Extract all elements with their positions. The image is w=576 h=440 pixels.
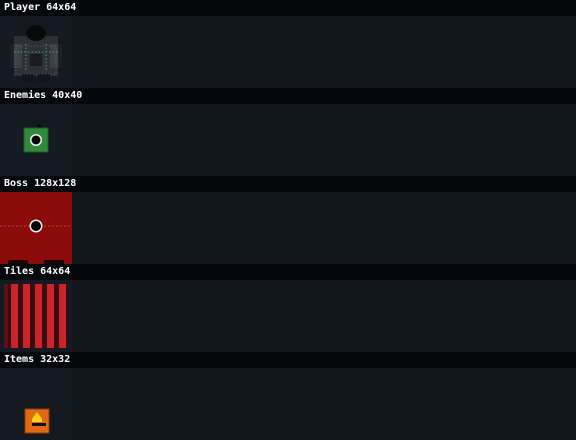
tile-stripe <box>47 284 54 348</box>
section-player: Player 64x64 <box>0 0 576 88</box>
section-title: Items 32x32 <box>4 354 71 365</box>
sprite-cell-tile <box>0 280 72 352</box>
tile-sprite <box>4 284 68 348</box>
section-body <box>0 104 576 176</box>
section-header: Items 32x32 <box>0 352 576 368</box>
tile-stripe <box>59 284 66 348</box>
player-right-panel <box>50 44 58 68</box>
sprite-cell-item <box>0 368 72 440</box>
section-header: Boss 128x128 <box>0 176 576 192</box>
section-title: Boss 128x128 <box>4 178 77 189</box>
section-title: Player 64x64 <box>4 2 77 13</box>
player-sprite <box>10 25 62 82</box>
player-left-panel <box>14 44 22 68</box>
section-title: Tiles 64x64 <box>4 266 71 277</box>
item-sprite <box>24 408 50 434</box>
boss-eye <box>31 221 41 231</box>
sprite-cell-enemy <box>0 104 72 176</box>
tile-stripe <box>23 284 30 348</box>
section-body <box>0 280 576 352</box>
enemy-antenna <box>37 124 41 128</box>
enemy-sprite <box>23 124 49 153</box>
player-left-foot <box>22 74 34 82</box>
section-header: Enemies 40x40 <box>0 88 576 104</box>
player-core <box>30 54 42 66</box>
section-title: Enemies 40x40 <box>4 90 83 101</box>
tile-edge <box>4 284 8 348</box>
enemy-eye <box>31 135 41 145</box>
section-header: Tiles 64x64 <box>0 264 576 280</box>
section-enemies: Enemies 40x40 <box>0 88 576 176</box>
item-shadow <box>32 423 46 426</box>
section-header: Player 64x64 <box>0 0 576 16</box>
item-arrow-base <box>32 419 42 422</box>
section-body <box>0 192 576 264</box>
sprite-cell-player <box>0 16 72 88</box>
tile-stripe <box>11 284 18 348</box>
sprite-cell-boss <box>0 192 72 264</box>
section-items: Items 32x32 <box>0 352 576 440</box>
sprite-sheet: Player 64x64 Enemies 40x40 Boss 128x128 … <box>0 0 576 440</box>
tile-stripe <box>35 284 42 348</box>
boss-sprite <box>0 192 72 264</box>
player-right-foot <box>38 74 50 82</box>
section-boss: Boss 128x128 <box>0 176 576 264</box>
section-tiles: Tiles 64x64 <box>0 264 576 352</box>
section-body <box>0 368 576 440</box>
section-body <box>0 16 576 88</box>
player-head <box>26 25 46 41</box>
